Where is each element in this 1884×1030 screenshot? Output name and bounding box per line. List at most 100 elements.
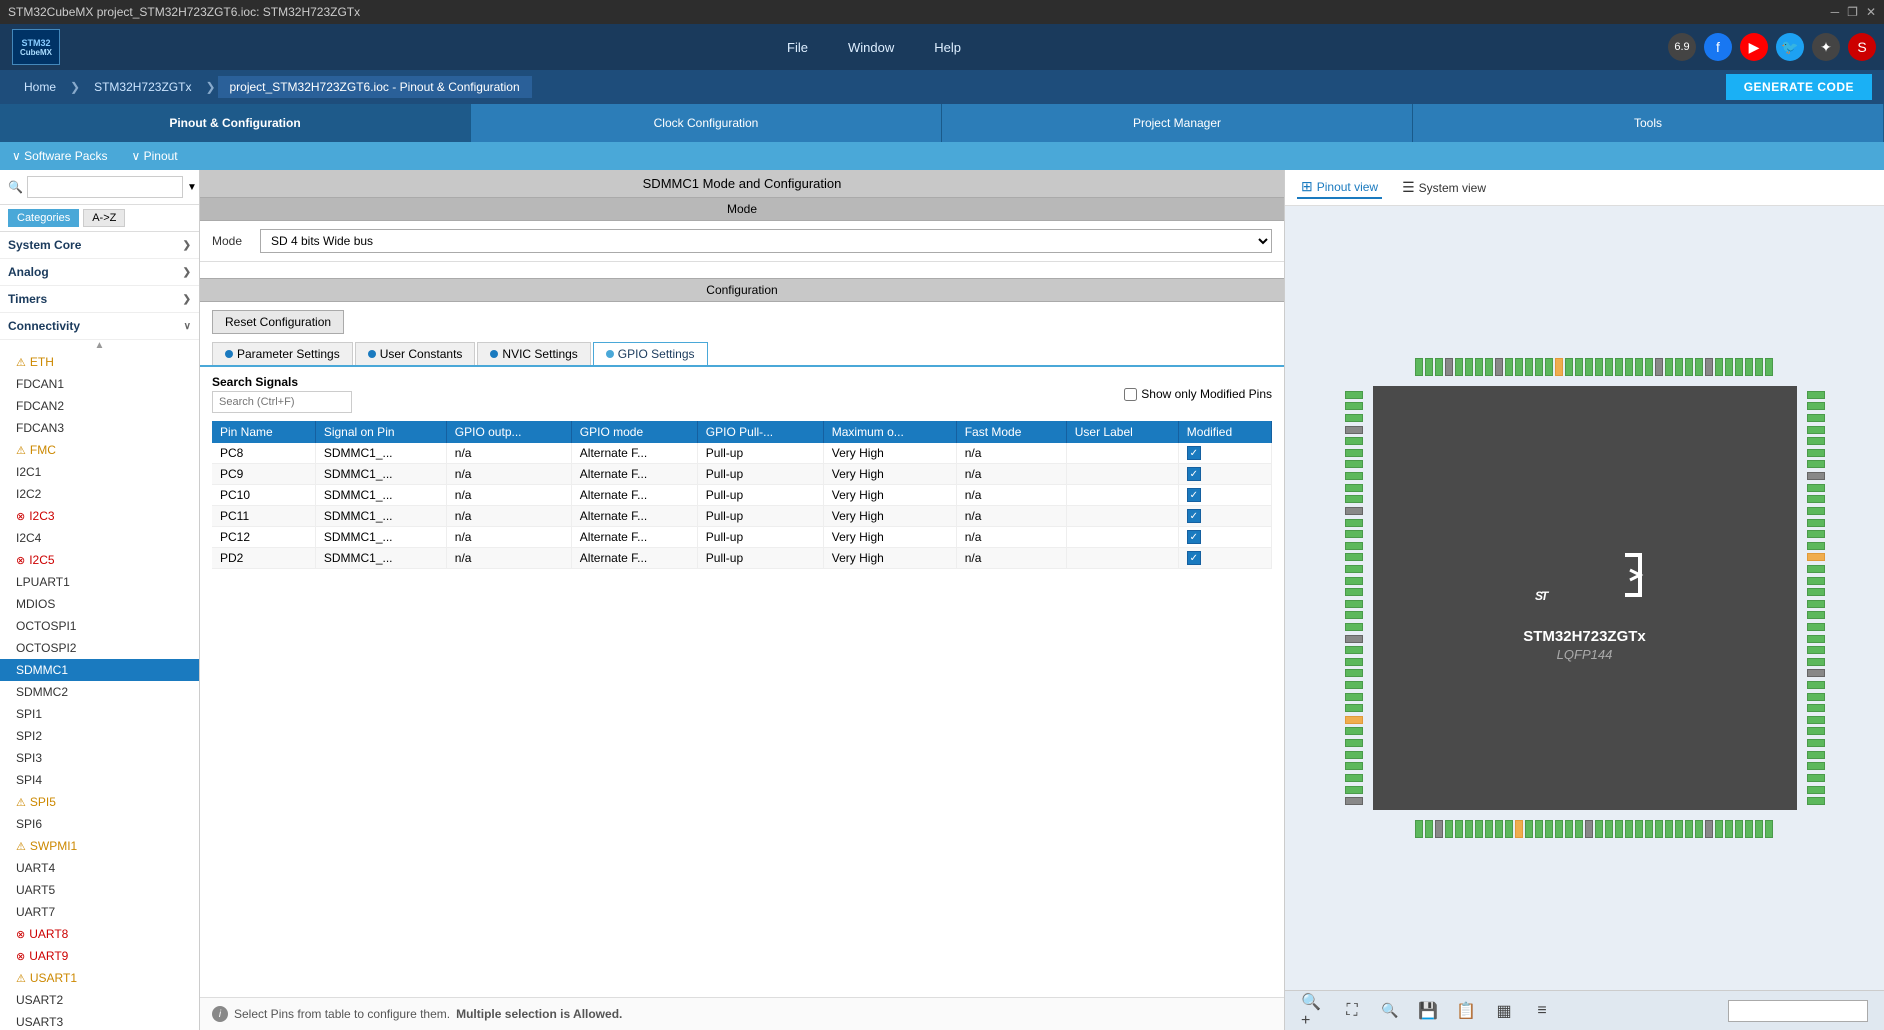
pin-h xyxy=(1807,739,1825,747)
sidebar-item-fdcan1[interactable]: FDCAN1 xyxy=(0,373,199,395)
copy-button[interactable]: 📋 xyxy=(1453,998,1479,1024)
tab-user-constants[interactable]: User Constants xyxy=(355,342,476,365)
sidebar-item-octospi2[interactable]: OCTOSPI2 xyxy=(0,637,199,659)
sidebar-section-timers[interactable]: Timers ❯ xyxy=(0,286,199,313)
zoom-out-button[interactable]: 🔍 xyxy=(1377,998,1403,1024)
toolbar-search-input[interactable] xyxy=(1728,1000,1868,1022)
sidebar-item-uart8[interactable]: ⊗ UART8 xyxy=(0,923,199,945)
sidebar-item-spi1[interactable]: SPI1 xyxy=(0,703,199,725)
tab-tools[interactable]: Tools xyxy=(1413,104,1884,142)
extra-icon2[interactable]: S xyxy=(1848,33,1876,61)
sidebar-item-usart3[interactable]: USART3 xyxy=(0,1011,199,1030)
sidebar-item-mdios[interactable]: MDIOS xyxy=(0,593,199,615)
sidebar-section-analog[interactable]: Analog ❯ xyxy=(0,259,199,286)
sub-tab-pinout[interactable]: ∨ Pinout xyxy=(131,149,177,163)
sidebar-section-connectivity[interactable]: Connectivity ∨ xyxy=(0,313,199,340)
pin-h xyxy=(1807,460,1825,468)
sidebar-item-uart5[interactable]: UART5 xyxy=(0,879,199,901)
menu-window[interactable]: Window xyxy=(840,36,902,59)
sidebar-item-swpmi1[interactable]: ⚠ SWPMI1 xyxy=(0,835,199,857)
sidebar-item-uart4[interactable]: UART4 xyxy=(0,857,199,879)
sidebar-section-system-core[interactable]: System Core ❯ xyxy=(0,232,199,259)
cell-pin-name: PC11 xyxy=(212,506,315,527)
sidebar-item-i2c5[interactable]: ⊗ I2C5 xyxy=(0,549,199,571)
show-modified-checkbox[interactable] xyxy=(1124,388,1137,401)
sub-tab-software-packs[interactable]: ∨ Software Packs xyxy=(12,149,107,163)
pin-h xyxy=(1807,437,1825,445)
tab-project-manager[interactable]: Project Manager xyxy=(942,104,1413,142)
sidebar-item-octospi1[interactable]: OCTOSPI1 xyxy=(0,615,199,637)
table-row[interactable]: PC8 SDMMC1_... n/a Alternate F... Pull-u… xyxy=(212,443,1272,464)
col-pin-name: Pin Name xyxy=(212,421,315,443)
save-view-button[interactable]: 💾 xyxy=(1415,998,1441,1024)
tab-az[interactable]: A->Z xyxy=(83,209,125,227)
zoom-in-button[interactable]: 🔍+ xyxy=(1301,998,1327,1024)
sidebar-item-i2c2[interactable]: I2C2 xyxy=(0,483,199,505)
sidebar-item-uart7[interactable]: UART7 xyxy=(0,901,199,923)
tab-gpio-settings[interactable]: GPIO Settings xyxy=(593,342,708,365)
pin xyxy=(1705,820,1713,838)
grid-button[interactable]: ▦ xyxy=(1491,998,1517,1024)
pin-h xyxy=(1807,588,1825,596)
tab-pinout-view[interactable]: ⊞ Pinout view xyxy=(1297,176,1382,199)
extra-icon1[interactable]: ✦ xyxy=(1812,33,1840,61)
warning-icon: ⚠ xyxy=(16,796,26,809)
twitter-icon[interactable]: 🐦 xyxy=(1776,33,1804,61)
sidebar-item-i2c1[interactable]: I2C1 xyxy=(0,461,199,483)
sidebar-item-sdmmc1[interactable]: SDMMC1 xyxy=(0,659,199,681)
restore-icon[interactable]: ❐ xyxy=(1847,5,1858,19)
close-icon[interactable]: ✕ xyxy=(1866,5,1876,19)
search-input[interactable] xyxy=(27,176,183,198)
pin xyxy=(1515,358,1523,376)
sidebar-item-spi3[interactable]: SPI3 xyxy=(0,747,199,769)
scroll-up-indicator[interactable]: ▲ xyxy=(0,340,199,351)
sidebar-item-i2c3[interactable]: ⊗ I2C3 xyxy=(0,505,199,527)
sidebar-item-fdcan2[interactable]: FDCAN2 xyxy=(0,395,199,417)
warning-icon: ⚠ xyxy=(16,444,26,457)
table-row[interactable]: PC12 SDMMC1_... n/a Alternate F... Pull-… xyxy=(212,527,1272,548)
sidebar-item-eth[interactable]: ⚠ ETH xyxy=(0,351,199,373)
tab-parameter-settings[interactable]: Parameter Settings xyxy=(212,342,353,365)
pin-h xyxy=(1345,762,1363,770)
pin xyxy=(1555,358,1563,376)
table-row[interactable]: PD2 SDMMC1_... n/a Alternate F... Pull-u… xyxy=(212,548,1272,569)
sidebar-item-spi5[interactable]: ⚠ SPI5 xyxy=(0,791,199,813)
dropdown-icon[interactable]: ▼ xyxy=(187,182,197,193)
facebook-icon[interactable]: f xyxy=(1704,33,1732,61)
footer-bold-text: Multiple selection is Allowed. xyxy=(456,1007,622,1021)
tab-clock[interactable]: Clock Configuration xyxy=(471,104,942,142)
breadcrumb-home[interactable]: Home xyxy=(12,76,68,98)
mode-select[interactable]: SD 4 bits Wide bus xyxy=(260,229,1272,253)
pin-h xyxy=(1345,530,1363,538)
minimize-icon[interactable]: ─ xyxy=(1831,5,1840,19)
sidebar-item-lpuart1[interactable]: LPUART1 xyxy=(0,571,199,593)
menu-help[interactable]: Help xyxy=(926,36,969,59)
tab-system-view[interactable]: ☰ System view xyxy=(1398,177,1490,198)
menu-file[interactable]: File xyxy=(779,36,816,59)
tab-nvic-settings[interactable]: NVIC Settings xyxy=(477,342,590,365)
fit-view-button[interactable]: ⛶ xyxy=(1339,998,1365,1024)
table-row[interactable]: PC10 SDMMC1_... n/a Alternate F... Pull-… xyxy=(212,485,1272,506)
sidebar-item-i2c4[interactable]: I2C4 xyxy=(0,527,199,549)
sidebar-item-spi2[interactable]: SPI2 xyxy=(0,725,199,747)
table-row[interactable]: PC9 SDMMC1_... n/a Alternate F... Pull-u… xyxy=(212,464,1272,485)
sidebar-item-spi6[interactable]: SPI6 xyxy=(0,813,199,835)
tab-pinout[interactable]: Pinout & Configuration xyxy=(0,104,471,142)
sidebar-item-sdmmc2[interactable]: SDMMC2 xyxy=(0,681,199,703)
reset-configuration-button[interactable]: Reset Configuration xyxy=(212,310,344,334)
sidebar-item-usart2[interactable]: USART2 xyxy=(0,989,199,1011)
search-signals-input[interactable] xyxy=(212,391,352,413)
sidebar-item-fdcan3[interactable]: FDCAN3 xyxy=(0,417,199,439)
list-button[interactable]: ≡ xyxy=(1529,998,1555,1024)
sidebar-item-spi4[interactable]: SPI4 xyxy=(0,769,199,791)
table-row[interactable]: PC11 SDMMC1_... n/a Alternate F... Pull-… xyxy=(212,506,1272,527)
breadcrumb-project[interactable]: project_STM32H723ZGT6.ioc - Pinout & Con… xyxy=(218,76,532,98)
generate-code-button[interactable]: GENERATE CODE xyxy=(1726,74,1872,100)
youtube-icon[interactable]: ▶ xyxy=(1740,33,1768,61)
sidebar-item-usart1[interactable]: ⚠ USART1 xyxy=(0,967,199,989)
pin-h xyxy=(1345,414,1363,422)
breadcrumb-device[interactable]: STM32H723ZGTx xyxy=(82,76,203,98)
sidebar-item-fmc[interactable]: ⚠ FMC xyxy=(0,439,199,461)
sidebar-item-uart9[interactable]: ⊗ UART9 xyxy=(0,945,199,967)
tab-categories[interactable]: Categories xyxy=(8,209,79,227)
